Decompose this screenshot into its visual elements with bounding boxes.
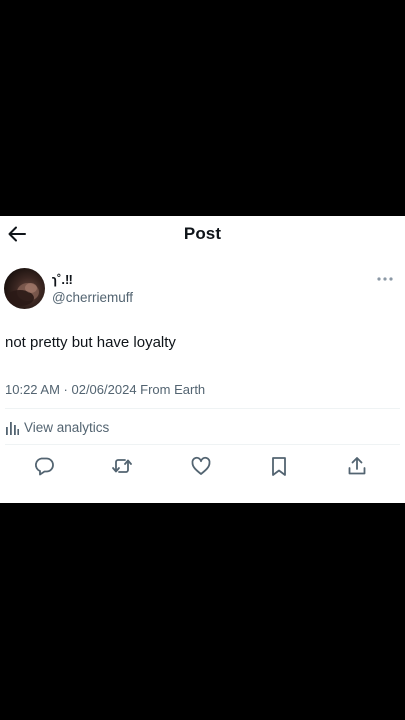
more-horizontal-icon (377, 277, 393, 281)
divider (5, 444, 400, 445)
more-options-button[interactable] (375, 272, 395, 286)
post-timestamp[interactable]: 10:22 AM · 02/06/2024 From Earth (5, 382, 205, 397)
bookmark-button[interactable] (267, 454, 291, 478)
view-analytics-button[interactable]: View analytics (5, 420, 109, 435)
page-title: Post (183, 224, 222, 243)
like-icon (191, 456, 211, 475)
view-analytics-label: View analytics (24, 420, 110, 435)
avatar-photo (6, 283, 39, 306)
post-card: Post ɿ˚.‼ @cherriemuff not pretty but ha… (0, 216, 405, 503)
header: Post (0, 216, 405, 252)
post-text: not pretty but have loyalty (5, 334, 176, 351)
author-display-name[interactable]: ɿ˚.‼ (52, 272, 73, 287)
share-button[interactable] (345, 454, 369, 478)
like-button[interactable] (189, 454, 213, 478)
repost-button[interactable] (110, 454, 134, 478)
analytics-icon (6, 421, 19, 435)
reply-icon (34, 457, 54, 476)
reply-button[interactable] (32, 454, 56, 478)
share-icon (348, 457, 366, 475)
author-handle[interactable]: @cherriemuff (52, 290, 133, 305)
divider (5, 408, 400, 409)
repost-icon (112, 459, 132, 473)
avatar[interactable] (4, 268, 45, 309)
bookmark-icon (272, 457, 286, 476)
action-bar (0, 454, 405, 478)
